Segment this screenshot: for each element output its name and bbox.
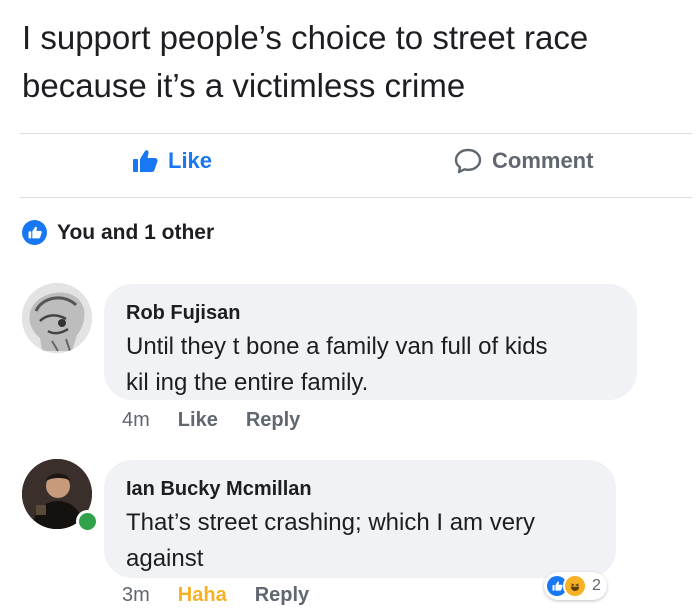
comment-bubble: Rob Fujisan Until they t bone a family v… <box>104 284 637 400</box>
reaction-count-number: 2 <box>592 577 601 594</box>
comment-like-button[interactable]: Like <box>178 409 218 432</box>
comment-button-label: Comment <box>492 148 594 173</box>
online-status-indicator <box>76 510 99 533</box>
reaction-summary[interactable]: You and 1 other <box>22 220 214 245</box>
reaction-summary-text: You and 1 other <box>57 220 215 244</box>
comment-reply-button[interactable]: Reply <box>246 409 300 432</box>
post-text-line-2: because it’s a victimless crime <box>22 67 466 104</box>
like-button[interactable]: Like <box>132 148 212 174</box>
sketch-portrait-icon <box>22 283 92 353</box>
comment-text-line-2: against <box>126 545 204 572</box>
post-body: I support people’s choice to street race… <box>22 14 692 110</box>
comment-reaction-count[interactable]: 2 <box>544 572 607 600</box>
comment-reply-button[interactable]: Reply <box>255 584 309 607</box>
comment-button[interactable]: Comment <box>454 148 593 174</box>
thumbs-up-icon <box>133 150 158 172</box>
comment-text-line-2: kil ing the entire family. <box>126 369 369 396</box>
comment-text-line-1: Until they t bone a family van full of k… <box>126 333 548 360</box>
comment-author[interactable]: Rob Fujisan <box>126 300 615 326</box>
comment-haha-button[interactable]: Haha <box>178 584 227 607</box>
divider-bottom <box>20 197 692 198</box>
comment-bubble-icon <box>454 148 482 174</box>
post-text-line-1: I support people’s choice to street race <box>22 19 589 56</box>
comment-meta: 3m Haha Reply <box>122 584 337 607</box>
like-button-label: Like <box>168 148 213 173</box>
avatar[interactable] <box>22 283 92 353</box>
comment-timestamp[interactable]: 3m <box>122 584 150 607</box>
comment-text-line-1: That’s street crashing; which I am very <box>126 509 536 536</box>
comment-text: Until they t bone a family van full of k… <box>126 329 615 401</box>
comment-bubble: Ian Bucky Mcmillan That’s street crashin… <box>104 460 616 578</box>
comment-author[interactable]: Ian Bucky Mcmillan <box>126 476 594 502</box>
comment-text: That’s street crashing; which I am very … <box>126 505 594 577</box>
haha-reaction-icon <box>563 574 587 598</box>
like-reaction-icon <box>22 220 47 245</box>
post-actions-bar: Like Comment <box>0 134 700 196</box>
comment-timestamp[interactable]: 4m <box>122 409 150 432</box>
comment-meta: 4m Like Reply <box>122 409 328 432</box>
